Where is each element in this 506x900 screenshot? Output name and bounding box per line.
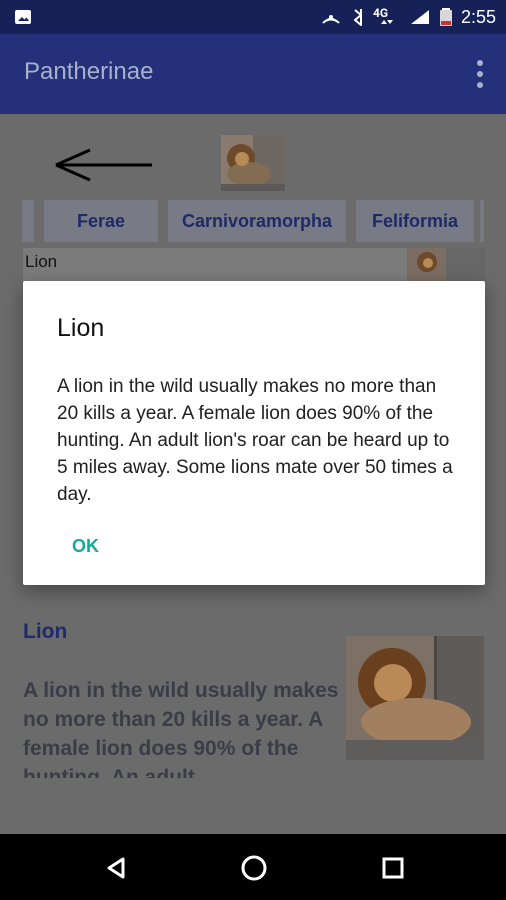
lion-photo — [346, 636, 484, 760]
app-bar: Pantherinae — [0, 34, 506, 114]
lion-thumbnail-image — [221, 135, 285, 191]
status-time: 2:55 — [460, 6, 496, 27]
status-icons: 4G 2:55 — [319, 0, 496, 34]
chip-feliformia[interactable]: Feliformia — [356, 200, 474, 242]
battery-icon — [439, 8, 452, 26]
status-bar: 4G 2:55 — [0, 0, 506, 34]
chip-edge-left — [22, 200, 34, 242]
network-arrows-icon — [380, 20, 393, 24]
info-dialog: Lion A lion in the wild usually makes no… — [23, 281, 485, 585]
home-icon[interactable] — [238, 852, 270, 884]
lower-title: Lion — [23, 620, 68, 643]
strip-thumbnail — [407, 248, 485, 282]
hotspot-icon — [322, 15, 340, 24]
chip-ferae[interactable]: Ferae — [44, 200, 158, 242]
nav-back-icon[interactable] — [100, 852, 132, 884]
taxonomy-chip-row: Ferae Carnivoramorpha Feliformia — [22, 200, 484, 242]
image-icon — [15, 10, 31, 24]
signal-icon — [410, 10, 429, 24]
lower-description: A lion in the wild usually makes no more… — [23, 679, 339, 778]
network-type: 4G — [373, 6, 401, 27]
ok-button[interactable]: OK — [72, 536, 99, 557]
strip-title: Lion — [25, 252, 58, 271]
chip-edge-right — [480, 200, 484, 242]
dialog-message: A lion in the wild usually makes no more… — [57, 376, 453, 505]
dialog-title: Lion — [57, 314, 105, 342]
species-strip: Lion — [23, 248, 485, 282]
navigation-bar — [0, 834, 506, 900]
back-arrow-icon[interactable] — [48, 146, 154, 184]
recent-apps-icon[interactable] — [377, 852, 409, 884]
chip-carnivoramorpha[interactable]: Carnivoramorpha — [168, 200, 346, 242]
overflow-menu-icon[interactable] — [476, 59, 484, 89]
app-title: Pantherinae — [24, 58, 154, 85]
bluetooth-icon — [353, 9, 362, 26]
